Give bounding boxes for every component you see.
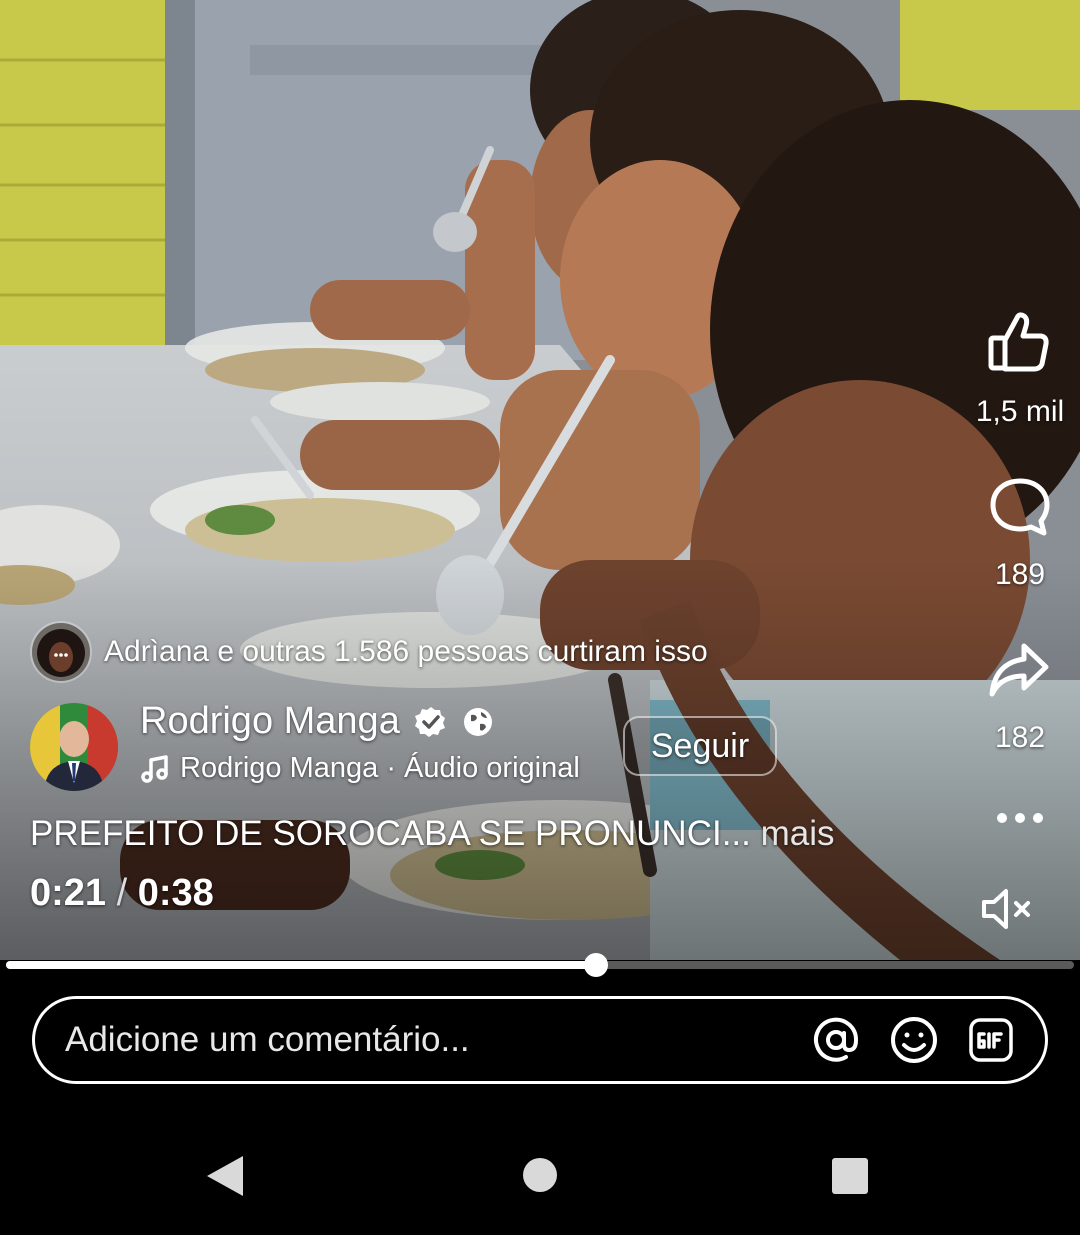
- mute-toggle[interactable]: [980, 886, 1036, 932]
- duration: 0:38: [137, 872, 214, 914]
- progress-scrubber-handle[interactable]: [584, 953, 608, 977]
- nav-recents-icon[interactable]: [831, 1157, 869, 1195]
- author-name: Rodrigo Manga: [140, 700, 400, 742]
- system-nav-bar: [0, 1110, 1080, 1235]
- current-time: 0:21: [30, 872, 107, 914]
- share-arrow-icon: [988, 640, 1052, 698]
- like-button[interactable]: [985, 310, 1051, 374]
- comment-count: 189: [994, 558, 1046, 591]
- liked-by-row[interactable]: Adrìana e outras 1.586 pessoas curtiram …: [30, 621, 708, 683]
- author-avatar[interactable]: [30, 703, 118, 791]
- more-options-button[interactable]: [994, 806, 1046, 830]
- liked-by-text: Adrìana e outras 1.586 pessoas curtiram …: [104, 635, 708, 668]
- music-note-icon: [140, 754, 170, 784]
- volume-muted-icon: [980, 886, 1036, 932]
- share-count: 182: [994, 721, 1046, 754]
- author-name-row[interactable]: Rodrigo Manga: [140, 700, 494, 743]
- progress-fill: [6, 961, 596, 969]
- globe-icon: [462, 706, 494, 738]
- more-dots-icon: [994, 806, 1046, 830]
- follow-button[interactable]: Seguir: [623, 716, 777, 776]
- playback-time: 0:21 / 0:38: [30, 872, 214, 915]
- nav-home-icon[interactable]: [522, 1157, 558, 1193]
- liked-by-avatar: [30, 621, 92, 683]
- comment-input[interactable]: Adicione um comentário...: [32, 996, 1048, 1084]
- verified-badge-icon: [414, 705, 448, 739]
- caption-more-link[interactable]: mais: [761, 814, 835, 853]
- like-count: 1,5 mil: [975, 395, 1065, 428]
- comment-bubble-icon: [988, 476, 1052, 538]
- audio-row[interactable]: Rodrigo Manga · Áudio original: [140, 752, 580, 785]
- comment-placeholder[interactable]: Adicione um comentário...: [65, 1020, 783, 1060]
- thumbs-up-icon: [985, 310, 1051, 374]
- comment-button[interactable]: [988, 476, 1052, 538]
- time-separator: /: [116, 872, 128, 914]
- audio-label: Rodrigo Manga · Áudio original: [180, 752, 580, 784]
- at-sign-icon[interactable]: [811, 1015, 861, 1065]
- nav-back-icon[interactable]: [205, 1154, 245, 1198]
- share-button[interactable]: [988, 640, 1052, 698]
- caption[interactable]: PREFEITO DE SOROCABA SE PRONUNCI... mais: [30, 814, 835, 854]
- emoji-icon[interactable]: [889, 1015, 939, 1065]
- caption-text: PREFEITO DE SOROCABA SE PRONUNCI...: [30, 814, 751, 853]
- gif-icon[interactable]: [967, 1016, 1015, 1064]
